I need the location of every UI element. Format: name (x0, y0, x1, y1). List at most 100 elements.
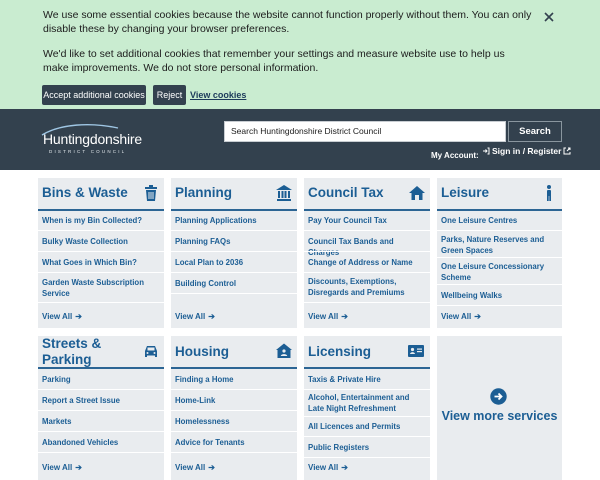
card-header: Housing (171, 336, 297, 369)
divider (304, 436, 430, 437)
cookie-essential-text: We use some essential cookies because th… (43, 9, 532, 35)
card-title[interactable]: Licensing (308, 344, 371, 360)
card-streets-parking: Streets & Parking Parking Report a Stree… (38, 336, 164, 480)
bins-view-all[interactable]: View All ➔ (42, 312, 82, 321)
arrow-circle-icon (490, 388, 507, 405)
house-icon (409, 186, 425, 200)
planning-link-2[interactable]: Planning FAQs (175, 236, 293, 247)
logo-name: Huntingdonshire (43, 131, 142, 147)
view-all-label: View All (441, 312, 472, 321)
view-all-label: View All (42, 312, 73, 321)
bins-link-4[interactable]: Garden Waste Subscription Service (42, 277, 160, 299)
card-header: Streets & Parking (38, 336, 164, 369)
reject-cookies-button[interactable]: Reject (153, 85, 186, 105)
counciltax-link-2[interactable]: Council Tax Bands and Charges (308, 236, 426, 258)
leisure-link-3[interactable]: One Leisure Concessionary Scheme (441, 261, 558, 283)
housing-view-all[interactable]: View All ➔ (175, 463, 215, 472)
housing-link-4[interactable]: Advice for Tenants (175, 437, 293, 448)
counciltax-view-all[interactable]: View All ➔ (308, 312, 348, 321)
close-icon[interactable] (541, 9, 557, 25)
home-icon (276, 343, 292, 358)
divider (38, 272, 164, 273)
divider (304, 302, 430, 303)
licensing-link-2[interactable]: Alcohol, Entertainment and Late Night Re… (308, 392, 426, 414)
counciltax-link-3[interactable]: Change of Address or Name (308, 257, 426, 268)
view-cookies-link[interactable]: View cookies (190, 85, 246, 105)
housing-link-3[interactable]: Homelessness (175, 416, 293, 427)
card-planning: Planning Planning Applications Planning … (171, 178, 297, 328)
divider (304, 457, 430, 458)
view-all-label: View All (175, 312, 206, 321)
divider (304, 272, 430, 273)
arrow-right-icon: ➔ (341, 463, 348, 472)
leisure-link-2[interactable]: Parks, Nature Reserves and Green Spaces (441, 234, 558, 256)
cookie-banner: We use some essential cookies because th… (0, 0, 600, 109)
housing-link-2[interactable]: Home-Link (175, 395, 293, 406)
streets-link-3[interactable]: Markets (42, 416, 160, 427)
counciltax-link-4[interactable]: Discounts, Exemptions, Disregards and Pr… (308, 276, 426, 298)
view-all-label: View All (308, 312, 339, 321)
card-title[interactable]: Council Tax (308, 185, 384, 201)
leisure-link-1[interactable]: One Leisure Centres (441, 215, 558, 226)
arrow-right-icon: ➔ (208, 463, 215, 472)
licensing-view-all[interactable]: View All ➔ (308, 463, 348, 472)
housing-link-1[interactable]: Finding a Home (175, 374, 293, 385)
planning-view-all[interactable]: View All ➔ (175, 312, 215, 321)
view-more-services-tile[interactable]: View more services (437, 336, 562, 480)
cookie-additional-text: We'd like to set additional cookies that… (43, 48, 505, 74)
divider (38, 452, 164, 453)
bins-link-2[interactable]: Bulky Waste Collection (42, 236, 160, 247)
sign-in-link[interactable]: Sign in / Register (482, 146, 571, 156)
leisure-link-4[interactable]: Wellbeing Walks (441, 290, 558, 301)
divider (437, 305, 562, 306)
planning-link-1[interactable]: Planning Applications (175, 215, 293, 226)
view-more-services-label: View more services (441, 409, 558, 423)
divider (38, 302, 164, 303)
card-housing: Housing Finding a Home Home-Link Homeles… (171, 336, 297, 480)
counciltax-link-1[interactable]: Pay Your Council Tax (308, 215, 426, 226)
person-icon (547, 185, 551, 201)
accept-cookies-button[interactable]: Accept additional cookies (42, 85, 146, 105)
bin-icon (145, 185, 157, 201)
building-icon (276, 185, 292, 201)
card-title[interactable]: Leisure (441, 185, 489, 201)
card-header: Planning (171, 178, 297, 211)
streets-view-all[interactable]: View All ➔ (42, 463, 82, 472)
card-title[interactable]: Housing (175, 344, 229, 360)
planning-link-4[interactable]: Building Control (175, 278, 293, 289)
streets-link-4[interactable]: Abandoned Vehicles (42, 437, 160, 448)
bins-link-3[interactable]: What Goes in Which Bin? (42, 257, 160, 268)
streets-link-2[interactable]: Report a Street Issue (42, 395, 160, 406)
divider (171, 293, 297, 294)
bins-link-1[interactable]: When is my Bin Collected? (42, 215, 160, 226)
streets-link-1[interactable]: Parking (42, 374, 160, 385)
leisure-view-all[interactable]: View All ➔ (441, 312, 481, 321)
site-logo[interactable]: Huntingdonshire DISTRICT COUNCIL (40, 122, 150, 162)
divider (38, 230, 164, 231)
divider (304, 389, 430, 390)
divider (38, 389, 164, 390)
card-bins-waste: Bins & Waste When is my Bin Collected? B… (38, 178, 164, 328)
arrow-right-icon: ➔ (75, 463, 82, 472)
id-card-icon (408, 345, 424, 357)
divider (171, 452, 297, 453)
card-title[interactable]: Planning (175, 185, 232, 201)
licensing-link-3[interactable]: All Licences and Permits (308, 421, 426, 432)
divider (171, 251, 297, 252)
sign-in-label: Sign in / Register (492, 146, 562, 156)
arrow-right-icon: ➔ (474, 312, 481, 321)
external-link-icon (563, 147, 571, 155)
card-leisure: Leisure One Leisure Centres Parks, Natur… (437, 178, 562, 328)
divider (38, 431, 164, 432)
card-title[interactable]: Streets & Parking (42, 336, 122, 368)
card-header: Council Tax (304, 178, 430, 211)
card-title[interactable]: Bins & Waste (42, 185, 128, 201)
licensing-link-1[interactable]: Taxis & Private Hire (308, 374, 426, 385)
card-header: Bins & Waste (38, 178, 164, 211)
search-input[interactable]: Search Huntingdonshire District Council (224, 121, 506, 142)
search-button[interactable]: Search (508, 121, 562, 142)
arrow-right-icon: ➔ (341, 312, 348, 321)
planning-link-3[interactable]: Local Plan to 2036 (175, 257, 293, 268)
divider (171, 230, 297, 231)
licensing-link-4[interactable]: Public Registers (308, 442, 426, 453)
